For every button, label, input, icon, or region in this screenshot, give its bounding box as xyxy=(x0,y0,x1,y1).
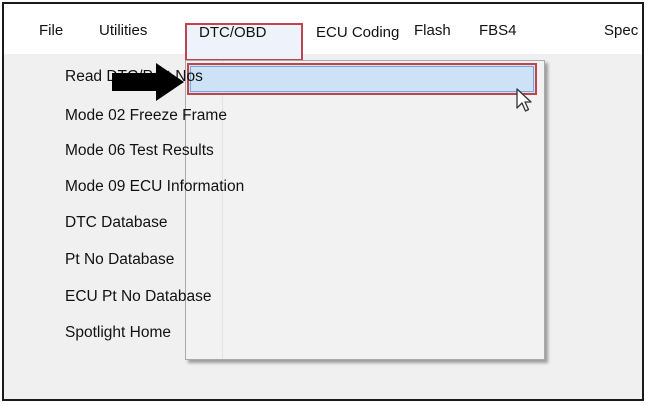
menu-spec[interactable]: Spec xyxy=(604,22,638,40)
mouse-pointer-icon xyxy=(516,88,534,119)
dtc-obd-dropdown-menu xyxy=(185,60,545,360)
app-window: File Utilities Flash FBS4 Spec DTC/OBD E… xyxy=(2,2,644,401)
menu-item-mode-02-freeze-frame[interactable]: Mode 02 Freeze Frame xyxy=(65,107,227,125)
menu-item-dtc-database[interactable]: DTC Database xyxy=(65,214,168,232)
menu-item-pt-no-database[interactable]: Pt No Database xyxy=(65,251,174,269)
right-arrow-icon xyxy=(112,63,184,106)
menu-ecu-coding[interactable]: ECU Coding xyxy=(316,24,399,42)
menu-flash[interactable]: Flash xyxy=(414,22,451,40)
menu-utilities[interactable]: Utilities xyxy=(99,22,147,40)
dropdown-icon-gutter xyxy=(186,61,223,359)
menu-item-mode-06-test-results[interactable]: Mode 06 Test Results xyxy=(65,142,214,160)
menu-fbs4[interactable]: FBS4 xyxy=(479,22,517,40)
menu-item-hover-highlight xyxy=(187,63,537,95)
menu-item-ecu-pt-no-database[interactable]: ECU Pt No Database xyxy=(65,288,211,306)
menu-item-mode-09-ecu-information[interactable]: Mode 09 ECU Information xyxy=(65,178,244,196)
menu-dtc-obd[interactable]: DTC/OBD xyxy=(199,24,267,42)
menu-item-spotlight-home[interactable]: Spotlight Home xyxy=(65,324,171,342)
menu-file[interactable]: File xyxy=(39,22,63,40)
